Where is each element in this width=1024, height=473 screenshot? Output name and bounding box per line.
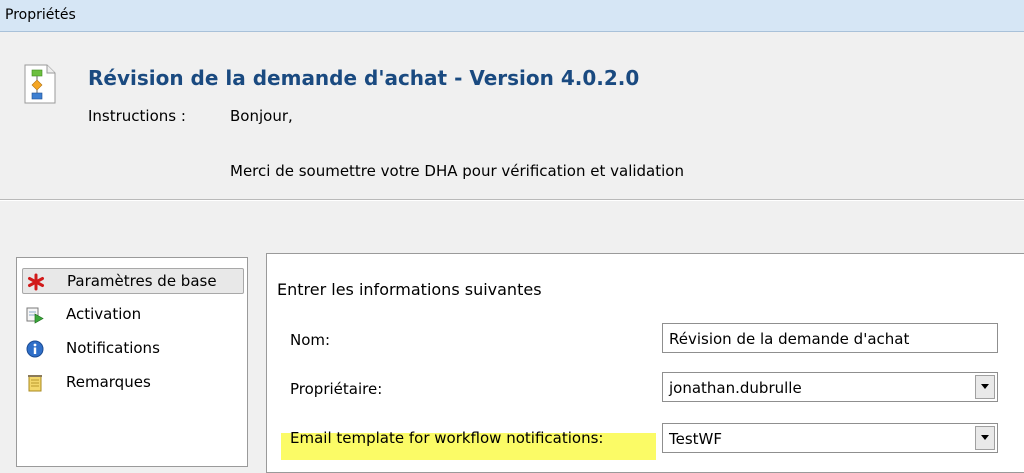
chevron-down-icon (981, 435, 989, 440)
info-icon (26, 340, 44, 358)
red-asterisk-icon (28, 273, 44, 291)
owner-label: Propriétaire: (290, 380, 383, 398)
workflow-document-icon (24, 64, 56, 104)
activation-icon (26, 307, 44, 324)
email-template-label: Email template for workflow notification… (290, 429, 604, 447)
window-titlebar[interactable]: Propriétés (0, 0, 1024, 32)
sidebar-item-label: Activation (66, 305, 142, 323)
email-template-select[interactable]: TestWF (662, 423, 998, 453)
email-template-dropdown-button[interactable] (975, 426, 995, 450)
name-label: Nom: (290, 331, 331, 349)
owner-select-value: jonathan.dubrulle (669, 379, 802, 397)
owner-dropdown-button[interactable] (975, 375, 995, 399)
email-template-select-value: TestWF (669, 430, 722, 448)
form-section-title: Entrer les informations suivantes (277, 280, 542, 299)
sidebar-item-parametres-de-base[interactable]: Paramètres de base (22, 268, 244, 294)
name-field[interactable]: Révision de la demande d'achat (662, 323, 998, 353)
sidebar-item-notifications[interactable]: Notifications (22, 336, 244, 362)
notes-icon (28, 375, 42, 392)
sidebar-item-label: Paramètres de base (67, 272, 217, 290)
instructions-label: Instructions : (88, 107, 186, 125)
sidebar-item-label: Notifications (66, 339, 160, 357)
sidebar-nav: Paramètres de base Activation Notificati… (16, 257, 248, 467)
window-title: Propriétés (5, 7, 76, 23)
workflow-title: Révision de la demande d'achat - Version… (88, 66, 640, 90)
instructions-text-line2: Merci de soumettre votre DHA pour vérifi… (230, 162, 684, 180)
chevron-down-icon (981, 384, 989, 389)
header-divider-highlight (0, 200, 1024, 201)
sidebar-item-activation[interactable]: Activation (22, 302, 244, 328)
instructions-text-line1: Bonjour, (230, 107, 293, 125)
sidebar-item-remarques[interactable]: Remarques (22, 370, 244, 396)
owner-select[interactable]: jonathan.dubrulle (662, 372, 998, 402)
sidebar-item-label: Remarques (66, 373, 151, 391)
